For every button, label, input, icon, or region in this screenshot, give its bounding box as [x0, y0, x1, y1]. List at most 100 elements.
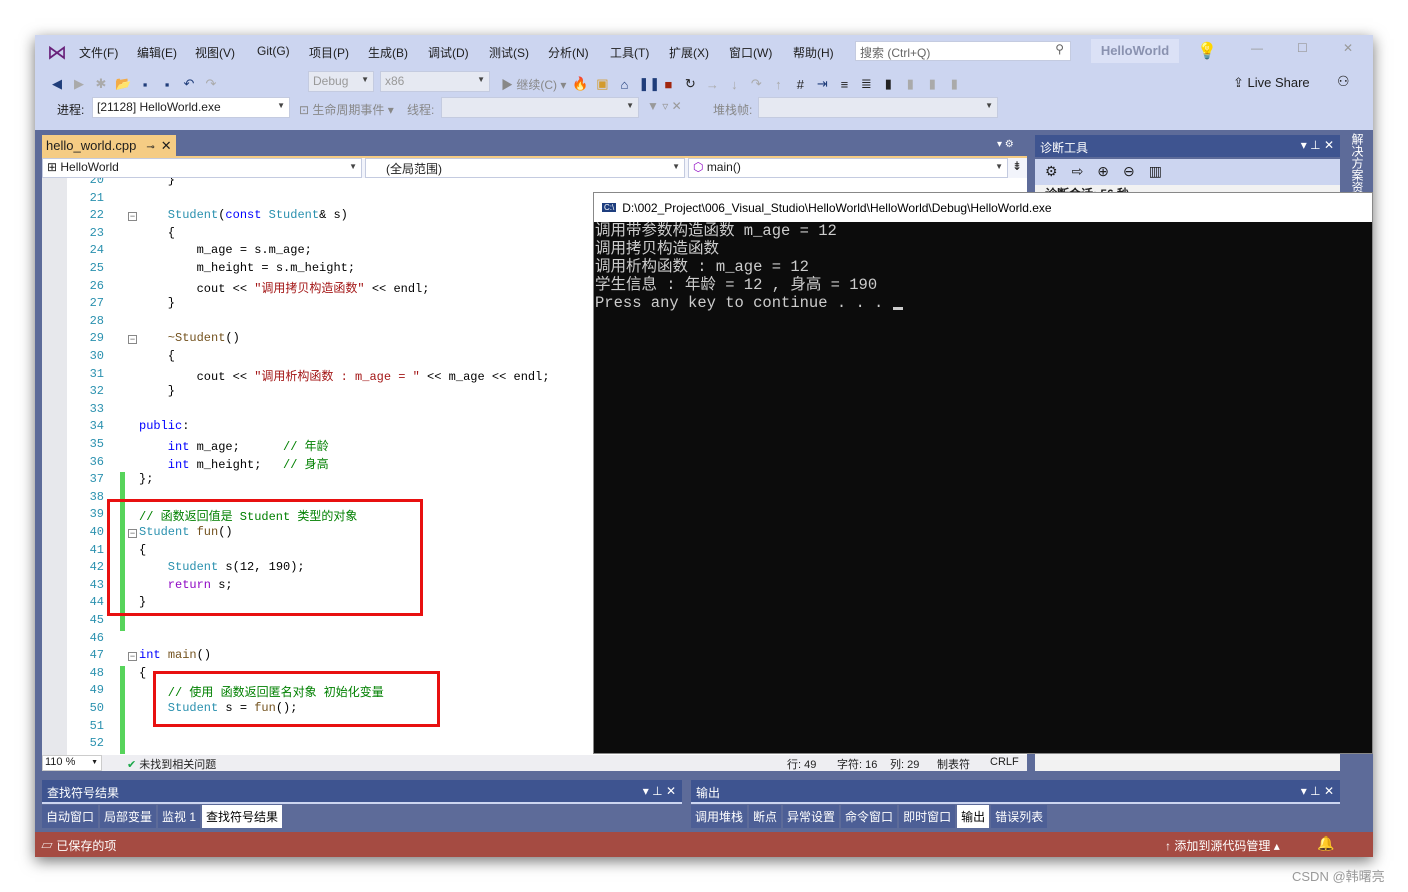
close-button[interactable]: ✕: [1343, 41, 1353, 55]
thread-dropdown[interactable]: ▼: [441, 97, 639, 118]
menu-item[interactable]: 帮助(H): [793, 44, 834, 61]
tabs-indicator[interactable]: 制表符: [937, 756, 970, 771]
panel-tab[interactable]: 局部变量: [100, 805, 157, 828]
left-panel-controls[interactable]: ▾ ⊥ ✕: [643, 784, 676, 798]
step-over-icon[interactable]: →: [704, 77, 720, 92]
panel-tab[interactable]: 调用堆栈: [691, 805, 748, 828]
right-panel-controls[interactable]: ▾ ⊥ ✕: [1301, 784, 1334, 798]
code-line[interactable]: ~Student(): [139, 331, 240, 345]
comment-icon[interactable]: ≣: [858, 76, 874, 92]
menu-item[interactable]: 生成(B): [368, 44, 408, 61]
next-bookmark-icon[interactable]: ▮: [924, 76, 940, 92]
menu-item[interactable]: 项目(P): [309, 44, 349, 61]
console-window[interactable]: C:\ D:\002_Project\006_Visual_Studio\Hell…: [593, 192, 1373, 754]
menu-item[interactable]: Git(G): [257, 44, 290, 58]
code-line[interactable]: cout << "调用拷贝构造函数" << endl;: [139, 279, 430, 296]
save-all-icon[interactable]: ▪: [159, 77, 175, 92]
step-into-icon[interactable]: ↓: [726, 77, 742, 92]
redo-icon[interactable]: ↷: [203, 76, 219, 92]
code-line[interactable]: m_height = s.m_height;: [139, 261, 355, 275]
code-line[interactable]: };: [139, 472, 153, 486]
code-line[interactable]: {: [139, 666, 146, 680]
chart-icon[interactable]: ▥: [1149, 163, 1176, 179]
menu-item[interactable]: 编辑(E): [137, 44, 177, 61]
code-line[interactable]: int m_height; // 身高: [139, 455, 329, 472]
back-icon[interactable]: ◀: [49, 76, 65, 92]
code-line[interactable]: {: [139, 349, 175, 363]
code-line[interactable]: Student(const Student& s): [139, 208, 348, 222]
menu-item[interactable]: 视图(V): [195, 44, 235, 61]
tab-hello-world-cpp[interactable]: hello_world.cpp ⊸ ✕: [42, 135, 176, 157]
code-line[interactable]: public:: [139, 419, 189, 433]
settings-icon[interactable]: ⚙: [1045, 163, 1072, 179]
step-out-icon[interactable]: ↑: [770, 77, 786, 92]
home-icon[interactable]: ⌂: [616, 77, 632, 92]
split-icon[interactable]: ⇟: [1012, 159, 1022, 173]
menu-item[interactable]: 扩展(X): [669, 44, 709, 61]
member-dropdown[interactable]: ⬡ main() ▼: [688, 158, 1008, 178]
export-icon[interactable]: ⇨: [1072, 163, 1098, 179]
panel-tab[interactable]: 输出: [957, 805, 990, 828]
fold-toggle-icon[interactable]: −: [128, 212, 137, 222]
continue-button[interactable]: ▶ 继续(C) ▾: [501, 76, 566, 93]
pin-icon[interactable]: ⊸: [146, 142, 154, 153]
code-line[interactable]: cout << "调用析构函数 : m_age = " << m_age << …: [139, 367, 550, 384]
maximize-button[interactable]: ☐: [1297, 41, 1308, 55]
zoom-dropdown[interactable]: 110 % ▼: [42, 755, 102, 771]
code-line[interactable]: m_age = s.m_age;: [139, 243, 312, 257]
config-dropdown[interactable]: Debug ▼: [308, 71, 374, 92]
new-item-icon[interactable]: ✱: [93, 76, 109, 92]
panel-tab[interactable]: 即时窗口: [899, 805, 956, 828]
scope-dropdown[interactable]: (全局范围) ▼: [365, 158, 685, 178]
panel-tab[interactable]: 命令窗口: [841, 805, 898, 828]
zoom-in-icon[interactable]: ⊕: [1097, 163, 1123, 179]
hex-icon[interactable]: #: [792, 77, 808, 92]
live-share-button[interactable]: ⇪ Live Share: [1233, 75, 1310, 91]
filter-icon[interactable]: ▼ ▿ ✕: [647, 99, 682, 113]
prev-bookmark-icon[interactable]: ▮: [902, 76, 918, 92]
project-dropdown[interactable]: ⊞ HelloWorld ▼: [42, 158, 362, 178]
panel-tab[interactable]: 自动窗口: [42, 805, 99, 828]
notifications-icon[interactable]: 🔔: [1317, 835, 1334, 852]
code-line[interactable]: }: [139, 178, 175, 187]
menu-item[interactable]: 测试(S): [489, 44, 529, 61]
menu-item[interactable]: 窗口(W): [729, 44, 772, 61]
menu-item[interactable]: 工具(T): [610, 44, 649, 61]
diag-window-controls[interactable]: ▾ ⊥ ✕: [1301, 138, 1334, 152]
code-line[interactable]: }: [139, 296, 175, 310]
find-icon[interactable]: ▣: [594, 76, 610, 92]
minimize-button[interactable]: —: [1251, 41, 1263, 55]
tab-options-icon[interactable]: ▾ ⚙: [997, 139, 1014, 150]
clear-bookmark-icon[interactable]: ▮: [946, 76, 962, 92]
feedback-icon[interactable]: 💡: [1197, 41, 1217, 61]
lifecycle-events-button[interactable]: ⊡ 生命周期事件 ▾: [299, 101, 394, 118]
code-line[interactable]: int m_age; // 年龄: [139, 437, 329, 454]
menu-item[interactable]: 文件(F): [79, 44, 118, 61]
code-line[interactable]: {: [139, 226, 175, 240]
search-input[interactable]: 搜索 (Ctrl+Q) ⚲: [855, 41, 1071, 61]
panel-tab[interactable]: 断点: [749, 805, 782, 828]
menu-item[interactable]: 分析(N): [548, 44, 589, 61]
issues-indicator[interactable]: ✔ 未找到相关问题: [127, 756, 216, 771]
eol-indicator[interactable]: CRLF: [990, 756, 1019, 768]
pause-icon[interactable]: ❚❚: [638, 76, 660, 92]
hot-reload-icon[interactable]: 🔥: [572, 76, 588, 92]
open-folder-icon[interactable]: 📂: [115, 76, 131, 92]
show-next-statement-icon[interactable]: ⇥: [814, 76, 830, 92]
process-dropdown[interactable]: [21128] HelloWorld.exe ▼: [92, 97, 290, 118]
saved-items[interactable]: ▱ 已保存的项: [41, 837, 116, 854]
stackframe-dropdown[interactable]: ▼: [758, 97, 998, 118]
code-line[interactable]: int main(): [139, 648, 211, 662]
panel-tab[interactable]: 错误列表: [991, 805, 1048, 828]
step-back-icon[interactable]: ↷: [748, 76, 764, 92]
panel-tab[interactable]: 异常设置: [783, 805, 840, 828]
fold-toggle-icon[interactable]: −: [128, 652, 137, 662]
forward-icon[interactable]: ▶: [71, 76, 87, 92]
account-icon[interactable]: ⚇: [1337, 73, 1350, 90]
zoom-out-icon[interactable]: ⊖: [1123, 163, 1149, 179]
panel-tab[interactable]: 查找符号结果: [202, 805, 283, 828]
platform-dropdown[interactable]: x86 ▼: [380, 71, 490, 92]
add-to-source-control-button[interactable]: ↑ 添加到源代码管理 ▴: [1165, 837, 1280, 854]
save-icon[interactable]: ▪: [137, 77, 153, 92]
undo-icon[interactable]: ↶: [181, 76, 197, 92]
